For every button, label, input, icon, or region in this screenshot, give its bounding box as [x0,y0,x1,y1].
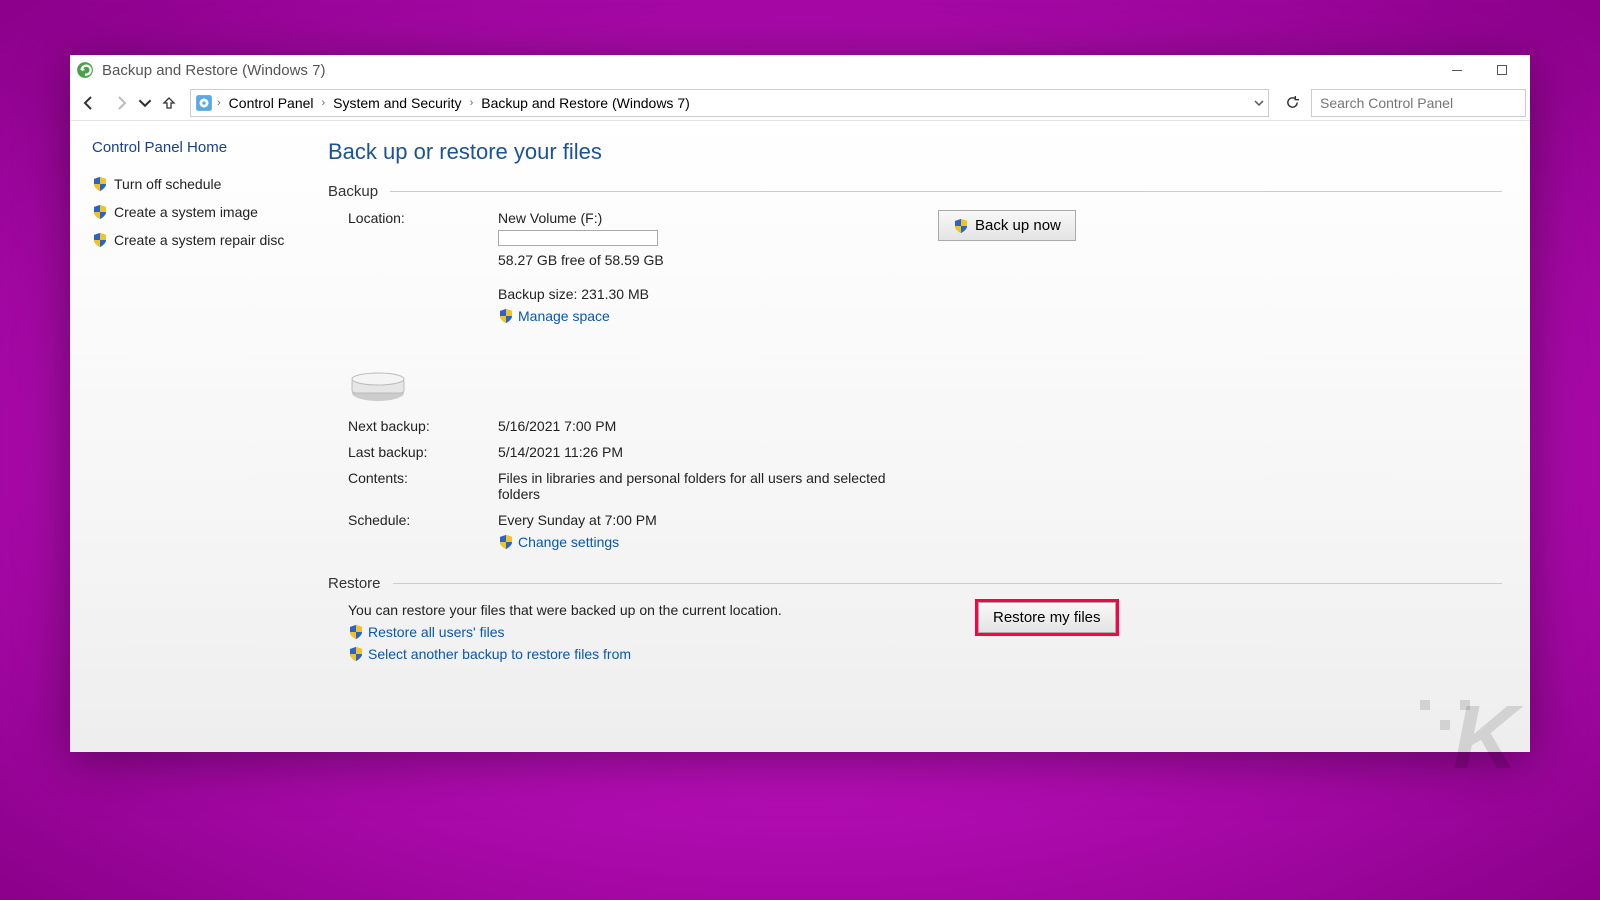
last-backup-label: Last backup: [348,444,488,460]
breadcrumb[interactable]: › Control Panel › System and Security › … [190,89,1269,117]
sidebar-turn-off-schedule[interactable]: Turn off schedule [92,176,310,192]
drive-icon [348,365,408,405]
app-icon [76,61,94,79]
forward-button[interactable] [106,88,136,118]
shield-icon [92,232,108,248]
back-button[interactable] [74,88,104,118]
window: Backup and Restore (Windows 7) [70,55,1530,752]
refresh-button[interactable] [1279,90,1305,116]
restore-all-users-link[interactable]: Restore all users' files [348,624,938,640]
sidebar-item-label: Turn off schedule [114,176,221,192]
disk-usage-bar [498,230,658,246]
select-another-backup-label: Select another backup to restore files f… [368,646,631,662]
shield-icon [498,308,514,324]
crumb-backup-restore[interactable]: Backup and Restore (Windows 7) [477,95,694,111]
schedule-label: Schedule: [348,512,488,553]
contents-value: Files in libraries and personal folders … [498,470,928,502]
contents-label: Contents: [348,470,488,502]
backup-volume-name: New Volume (F:) [498,210,928,226]
sidebar-item-label: Create a system repair disc [114,232,284,248]
recent-dropdown-icon[interactable] [138,88,152,118]
sidebar-create-repair-disc[interactable]: Create a system repair disc [92,232,310,248]
location-label: Location: [348,210,488,226]
restore-section-header: Restore [328,575,1502,592]
next-backup-value: 5/16/2021 7:00 PM [498,418,928,434]
manage-space-link[interactable]: Manage space [498,308,610,324]
shield-icon [348,646,364,662]
titlebar: Backup and Restore (Windows 7) [70,55,1530,85]
up-button[interactable] [154,88,184,118]
sidebar-create-system-image[interactable]: Create a system image [92,204,310,220]
restore-section-label: Restore [328,575,381,592]
change-settings-label: Change settings [518,534,619,550]
back-up-now-button[interactable]: Back up now [938,210,1076,241]
last-backup-value: 5/14/2021 11:26 PM [498,444,928,460]
restore-my-files-label: Restore my files [993,609,1101,626]
shield-icon [498,534,514,550]
control-panel-home-link[interactable]: Control Panel Home [92,139,310,156]
page-title: Back up or restore your files [328,139,1502,165]
main-panel: Back up or restore your files Backup Loc… [320,121,1530,752]
shield-icon [348,624,364,640]
sidebar: Control Panel Home Turn off schedule Cre… [70,121,320,752]
restore-my-files-button[interactable]: Restore my files [978,602,1116,633]
shield-icon [92,176,108,192]
change-settings-link[interactable]: Change settings [498,534,619,550]
restore-description: You can restore your files that were bac… [348,602,938,618]
chevron-right-icon: › [470,97,474,109]
crumb-control-panel[interactable]: Control Panel [225,95,318,111]
divider [393,583,1502,584]
back-up-now-label: Back up now [975,217,1061,234]
backup-section-label: Backup [328,183,378,200]
chevron-right-icon: › [322,97,326,109]
backup-section-header: Backup [328,183,1502,200]
window-title: Backup and Restore (Windows 7) [102,62,325,79]
manage-space-label: Manage space [518,308,610,324]
shield-icon [953,218,969,234]
control-panel-icon [195,94,213,112]
backup-size: Backup size: 231.30 MB [498,286,928,302]
crumb-system-security[interactable]: System and Security [329,95,465,111]
divider [390,191,1502,192]
disk-free-space: 58.27 GB free of 58.59 GB [498,252,928,268]
shield-icon [92,204,108,220]
maximize-button[interactable] [1479,55,1524,85]
schedule-value: Every Sunday at 7:00 PM [498,512,928,528]
minimize-button[interactable] [1434,55,1479,85]
chevron-right-icon: › [217,97,221,109]
search-input[interactable] [1311,89,1526,117]
select-another-backup-link[interactable]: Select another backup to restore files f… [348,646,938,662]
restore-all-users-label: Restore all users' files [368,624,505,640]
chevron-down-icon[interactable] [1254,98,1264,108]
sidebar-item-label: Create a system image [114,204,258,220]
navbar: › Control Panel › System and Security › … [70,85,1530,121]
content-area: Control Panel Home Turn off schedule Cre… [70,121,1530,752]
next-backup-label: Next backup: [348,418,488,434]
